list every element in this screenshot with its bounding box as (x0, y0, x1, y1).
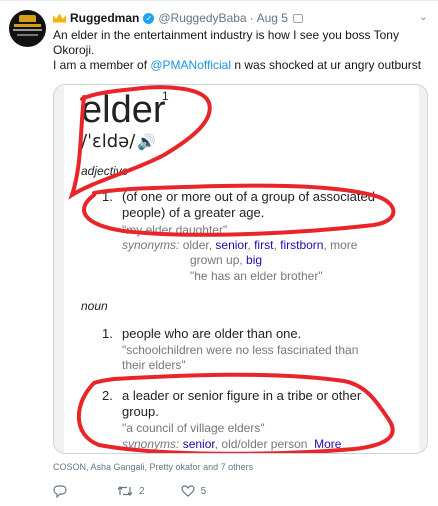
tweet-text-fragment: I am a member of (53, 58, 151, 72)
retweet-action[interactable]: 2 (117, 485, 145, 497)
sense-number: 1. (102, 189, 113, 204)
noun-example-1: "schoolchildren were no less fascinated … (122, 343, 392, 373)
chevron-down-icon[interactable]: ⌄ (419, 10, 428, 23)
adjective-example: "my elder daughter" (122, 223, 228, 237)
retweet-indicator-icon (292, 13, 303, 23)
tweet-text-fragment: n was shocked at ur angry outburst (231, 58, 422, 72)
avatar[interactable] (9, 10, 46, 47)
tweet-actions: 2 5 (53, 483, 206, 499)
sense-number: 1. (102, 326, 113, 341)
example-line: their elders" (122, 358, 186, 372)
definition-line: group. (122, 404, 159, 419)
like-count: 5 (200, 485, 207, 497)
noun-synonyms: synonyms: senior, old/older person More (122, 437, 412, 452)
synonym-link[interactable]: first (254, 238, 273, 252)
noun-example-2: "a council of village elders" (122, 421, 265, 435)
synonym-example: "he has an elder brother" (190, 269, 323, 283)
tweet: Ruggedman ✓ @RuggedyBaba · Aug 5 ⌄ An el… (0, 0, 438, 506)
part-of-speech-adjective: adjective (81, 164, 129, 178)
synonym-text: grown up, (190, 253, 247, 267)
tweet-image[interactable]: elder 1 /ˈɛldə/ 🔊 adjective 1. (of one o… (53, 84, 428, 454)
retweet-count: 2 (139, 485, 145, 497)
mention-link[interactable]: @PMANofficial (150, 58, 231, 72)
synonyms-label: synonyms: (122, 238, 180, 252)
synonym-link[interactable]: firstborn (280, 238, 323, 252)
more-link[interactable]: More (314, 437, 341, 451)
definition-line: people) of a greater age. (122, 205, 265, 220)
synonyms-label: synonyms: (122, 437, 180, 451)
dictionary-card: elder 1 /ˈɛldə/ 🔊 adjective 1. (of one o… (64, 85, 419, 453)
tweet-text: An elder in the entertainment industry i… (53, 28, 428, 73)
synonym-link[interactable]: senior (215, 238, 247, 252)
headword: elder (81, 89, 166, 131)
like-action[interactable]: 5 (180, 485, 207, 497)
synonym-text: , old/older person (214, 437, 308, 451)
definition-line: a leader or senior figure in a tribe or … (122, 388, 362, 403)
likers-summary[interactable]: COSON, Asha Gangali, Pretty okafor and 7… (53, 462, 253, 472)
synonym-text: , more (323, 238, 358, 252)
verified-badge-icon: ✓ (143, 12, 155, 24)
pronunciation: /ˈɛldə/ (81, 131, 136, 152)
reply-icon (53, 484, 67, 498)
author-handle[interactable]: @RuggedyBaba (158, 11, 246, 25)
retweet-icon (117, 486, 133, 496)
synonym-text: older, (179, 238, 216, 252)
synonym-link[interactable]: big (246, 253, 262, 267)
crown-emoji-icon (53, 13, 66, 23)
tweet-text-line: Okoroji. (53, 43, 95, 57)
separator: · (249, 11, 254, 25)
example-line: "schoolchildren were no less fascinated … (122, 343, 359, 357)
tweet-date[interactable]: Aug 5 (257, 11, 288, 25)
synonym-link[interactable]: senior (183, 437, 215, 451)
tweet-header: Ruggedman ✓ @RuggedyBaba · Aug 5 (53, 10, 303, 26)
noun-definition-1: people who are older than one. (122, 326, 302, 341)
adjective-synonyms: synonyms: older, senior, first, firstbor… (122, 238, 392, 253)
noun-definition-2: a leader or senior figure in a tribe or … (122, 388, 392, 420)
definition-line: (of one or more out of a group of associ… (122, 189, 375, 204)
author-name[interactable]: Ruggedman (70, 11, 139, 25)
speaker-icon: 🔊 (137, 133, 156, 151)
headword-superscript: 1 (162, 89, 169, 103)
adjective-definition: (of one or more out of a group of associ… (122, 189, 392, 221)
sense-number: 2. (102, 388, 113, 403)
like-icon (180, 485, 195, 497)
part-of-speech-noun: noun (81, 299, 108, 313)
tweet-text-line: An elder in the entertainment industry i… (53, 28, 399, 42)
adjective-synonyms-continued: grown up, big (190, 253, 427, 268)
reply-action[interactable] (53, 484, 73, 498)
tweet-text-line: I am a member of @PMANofficial n was sho… (53, 58, 428, 73)
